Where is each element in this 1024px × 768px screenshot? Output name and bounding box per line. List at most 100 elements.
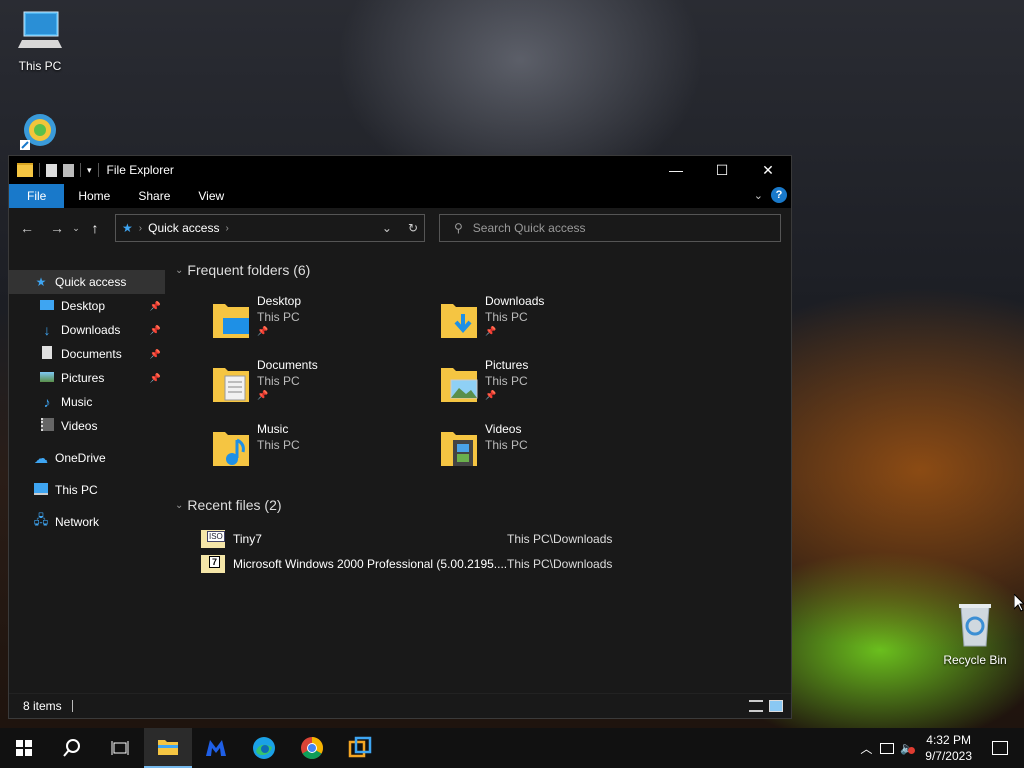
downloads-folder-icon bbox=[441, 304, 477, 338]
sidebar-item-videos[interactable]: Videos bbox=[9, 414, 165, 438]
collapse-chevron-icon[interactable]: ⌄ bbox=[175, 265, 183, 276]
sidebar-item-label: Network bbox=[55, 515, 100, 529]
folder-tile-documents[interactable]: Documents This PC 📌 bbox=[211, 358, 431, 412]
expand-ribbon-icon[interactable]: ⌄ bbox=[754, 189, 763, 202]
sidebar-item-music[interactable]: ♪ Music bbox=[9, 390, 165, 414]
malwarebytes-icon bbox=[206, 740, 226, 756]
pin-icon[interactable]: 📌 bbox=[150, 325, 161, 336]
search-box[interactable]: ⚲ Search Quick access bbox=[439, 214, 781, 242]
taskbar-search-button[interactable] bbox=[48, 728, 96, 768]
recent-file-row[interactable]: ISO Tiny7 This PC\Downloads bbox=[201, 528, 641, 550]
close-button[interactable]: ✕ bbox=[745, 156, 791, 184]
videos-icon bbox=[39, 418, 55, 434]
collapse-chevron-icon[interactable]: ⌄ bbox=[175, 500, 183, 511]
minimize-button[interactable]: — bbox=[653, 156, 699, 184]
folder-tile-desktop[interactable]: Desktop This PC 📌 bbox=[211, 294, 431, 348]
task-view-button[interactable] bbox=[96, 728, 144, 768]
taskbar-edge[interactable] bbox=[240, 728, 288, 768]
recent-file-row[interactable]: 7 Microsoft Windows 2000 Professional (5… bbox=[201, 553, 641, 575]
large-icons-view-icon[interactable] bbox=[769, 700, 783, 712]
pin-icon: 📌 bbox=[257, 326, 269, 336]
folder-tile-music[interactable]: Music This PC bbox=[211, 422, 431, 476]
title-bar[interactable]: ▾ File Explorer — ☐ ✕ bbox=[9, 156, 791, 184]
up-arrow-icon[interactable]: ↑ bbox=[83, 220, 107, 236]
folder-icon[interactable] bbox=[17, 163, 33, 177]
folder-tile-pictures[interactable]: Pictures This PC 📌 bbox=[439, 358, 659, 412]
clock[interactable]: 4:32 PM 9/7/2023 bbox=[925, 732, 972, 764]
tab-share[interactable]: Share bbox=[124, 184, 184, 208]
folder-tile-downloads[interactable]: Downloads This PC 📌 bbox=[439, 294, 659, 348]
network-status-icon[interactable] bbox=[880, 742, 895, 754]
sidebar-item-label: Documents bbox=[61, 347, 122, 361]
forward-arrow-icon[interactable]: → bbox=[45, 220, 69, 236]
tab-file[interactable]: File bbox=[9, 184, 65, 208]
windows-logo-icon bbox=[16, 740, 32, 756]
sidebar-item-quick-access[interactable]: ★ Quick access bbox=[9, 270, 165, 294]
new-folder-icon[interactable] bbox=[63, 163, 74, 177]
file-explorer-icon bbox=[158, 740, 178, 755]
pin-icon[interactable]: 📌 bbox=[150, 373, 161, 384]
folder-tile-videos[interactable]: Videos This PC bbox=[439, 422, 659, 476]
taskbar-malwarebytes[interactable] bbox=[192, 728, 240, 768]
star-icon: ★ bbox=[35, 275, 47, 289]
taskbar-virtualbox[interactable] bbox=[336, 728, 384, 768]
details-view-icon[interactable] bbox=[749, 700, 763, 712]
qat-dropdown-icon[interactable]: ▾ bbox=[87, 165, 92, 176]
sidebar-item-documents[interactable]: Documents 📌 bbox=[9, 342, 165, 366]
sidebar-item-pictures[interactable]: Pictures 📌 bbox=[9, 366, 165, 390]
recent-locations-icon[interactable]: ⌄ bbox=[69, 223, 83, 234]
show-hidden-icons-chevron-icon[interactable]: ︿ bbox=[860, 740, 872, 757]
separator bbox=[80, 163, 81, 177]
desktop-icon-this-pc[interactable]: This PC bbox=[0, 10, 80, 73]
file-explorer-window: ▾ File Explorer — ☐ ✕ File Home Share Vi… bbox=[8, 155, 792, 719]
sidebar-item-downloads[interactable]: ↓ Downloads 📌 bbox=[9, 318, 165, 342]
recent-file-location: This PC\Downloads bbox=[507, 557, 613, 571]
back-arrow-icon[interactable]: ← bbox=[15, 220, 39, 236]
group-header-frequent[interactable]: ⌄ Frequent folders (6) bbox=[167, 256, 310, 284]
breadcrumb-separator-icon: › bbox=[138, 222, 143, 234]
address-bar[interactable]: ★ › Quick access › ⌄ ↻ bbox=[115, 214, 425, 242]
help-icon[interactable]: ? bbox=[771, 187, 787, 203]
desktop-icon-app[interactable] bbox=[0, 108, 80, 157]
pin-icon[interactable]: 📌 bbox=[150, 349, 161, 360]
tab-home[interactable]: Home bbox=[64, 184, 124, 208]
pin-icon[interactable]: 📌 bbox=[150, 301, 161, 312]
separator bbox=[97, 163, 99, 177]
videos-folder-icon bbox=[441, 432, 477, 466]
sidebar-item-desktop[interactable]: Desktop 📌 bbox=[9, 294, 165, 318]
start-button[interactable] bbox=[0, 728, 48, 768]
download-icon: ↓ bbox=[43, 322, 51, 338]
breadcrumb[interactable]: Quick access bbox=[148, 221, 219, 235]
iso-file-icon: ISO bbox=[201, 530, 225, 548]
tile-name: Videos bbox=[485, 422, 522, 436]
tile-location: This PC bbox=[257, 438, 300, 452]
tab-view[interactable]: View bbox=[184, 184, 238, 208]
taskbar-file-explorer[interactable] bbox=[144, 728, 192, 768]
navigation-bar: ← → ⌄ ↑ ★ › Quick access › ⌄ ↻ ⚲ Search … bbox=[9, 208, 791, 248]
maximize-button[interactable]: ☐ bbox=[699, 156, 745, 184]
sidebar-item-network[interactable]: 🖧 Network bbox=[9, 510, 165, 534]
tile-location: This PC bbox=[257, 374, 300, 388]
sidebar-item-this-pc[interactable]: This PC bbox=[9, 478, 165, 502]
virtualbox-icon bbox=[348, 736, 372, 758]
notifications-icon[interactable] bbox=[992, 741, 1008, 755]
sidebar-item-label: OneDrive bbox=[55, 451, 106, 465]
mouse-cursor-icon bbox=[1014, 594, 1024, 612]
clock-time: 4:32 PM bbox=[926, 733, 971, 747]
sidebar-item-onedrive[interactable]: ☁ OneDrive bbox=[9, 446, 165, 470]
pin-icon: 📌 bbox=[485, 326, 497, 336]
chrome-icon bbox=[301, 737, 323, 759]
pictures-icon bbox=[39, 371, 55, 385]
properties-icon[interactable] bbox=[46, 163, 57, 177]
taskbar-chrome[interactable] bbox=[288, 728, 336, 768]
volume-muted-icon[interactable]: 🔈 bbox=[900, 741, 916, 755]
desktop-icon-recycle-bin[interactable]: Recycle Bin bbox=[935, 602, 1015, 667]
group-header-recent[interactable]: ⌄ Recent files (2) bbox=[167, 491, 282, 519]
address-dropdown-icon[interactable]: ⌄ bbox=[382, 221, 392, 235]
pictures-folder-icon bbox=[441, 368, 478, 402]
breadcrumb-chevron-icon[interactable]: › bbox=[225, 223, 228, 234]
refresh-icon[interactable]: ↻ bbox=[408, 221, 418, 235]
app-shortcut-icon bbox=[20, 114, 56, 150]
desktop-folder-icon bbox=[213, 304, 249, 338]
tile-name: Pictures bbox=[485, 358, 529, 372]
